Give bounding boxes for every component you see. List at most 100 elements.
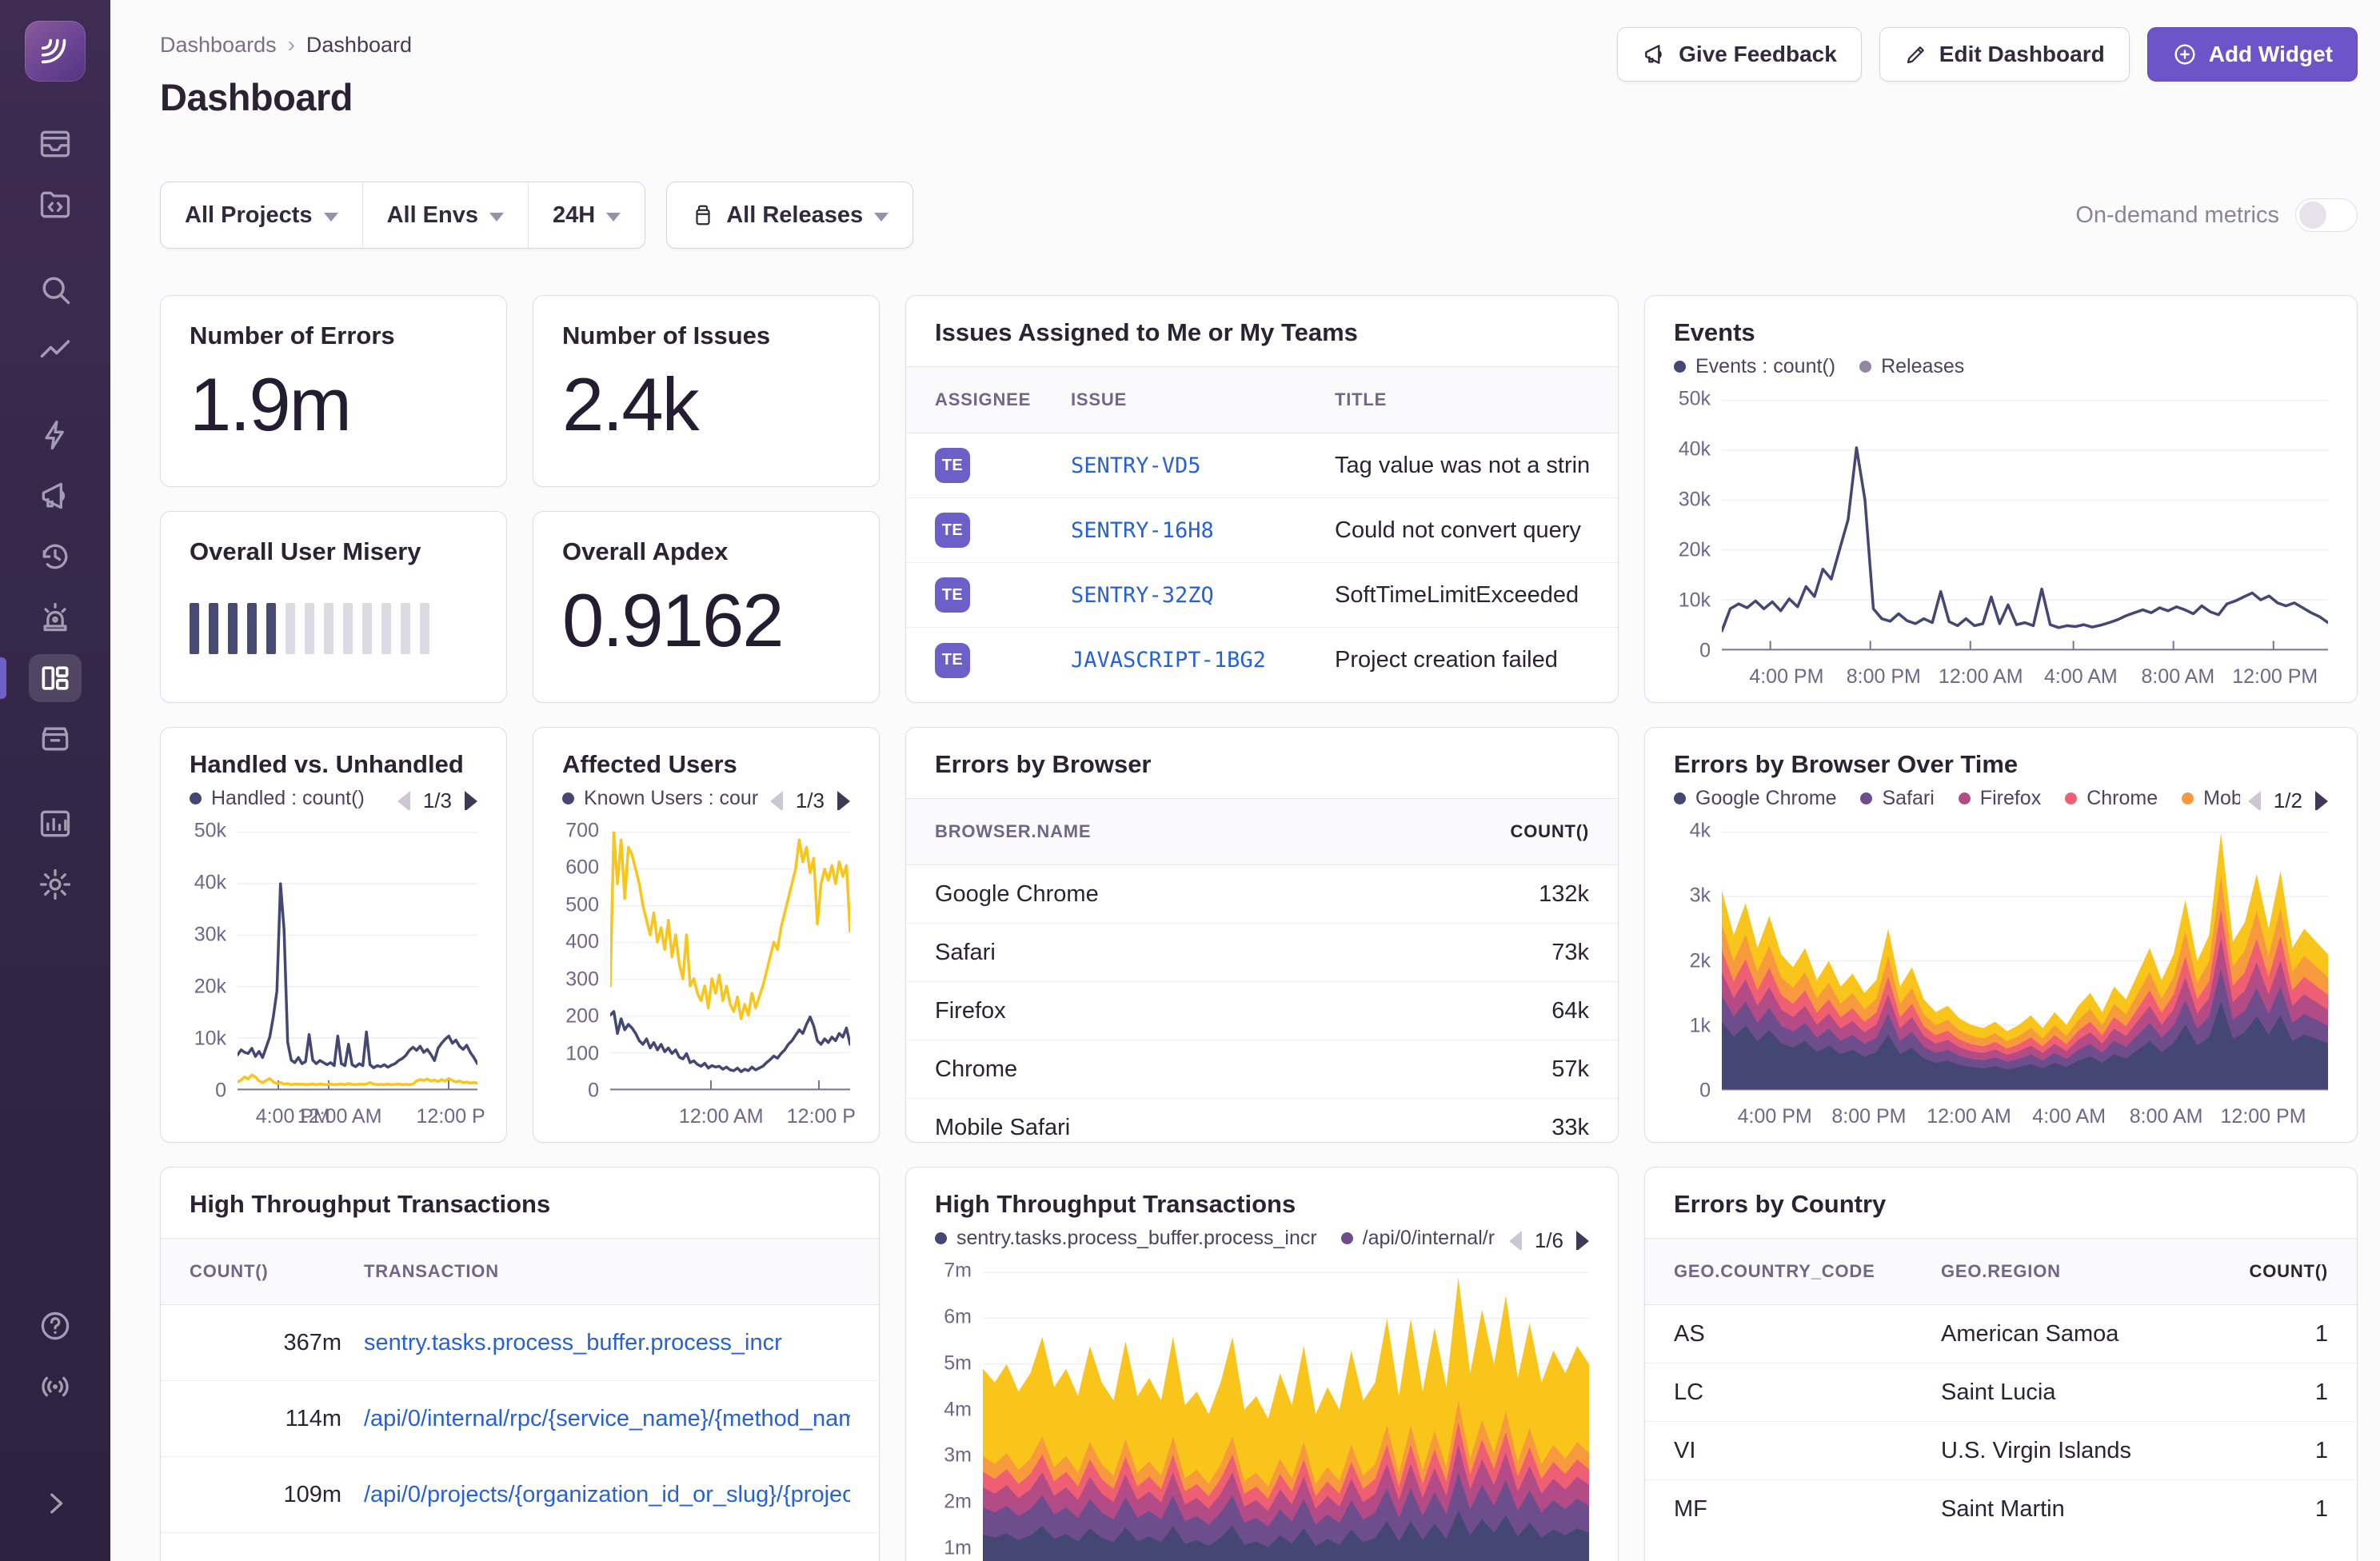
country-row: LCSaint Lucia1 xyxy=(1645,1363,2357,1422)
widget-handled-vs-unhandled[interactable]: Handled vs. Unhandled Handled : count()1… xyxy=(160,727,507,1143)
sidebar-item-projects[interactable] xyxy=(0,174,110,235)
megaphone-icon xyxy=(1642,42,1667,67)
sidebar-item-alerts[interactable] xyxy=(0,587,110,648)
pager-prev-icon[interactable] xyxy=(1509,1231,1522,1251)
legend-item[interactable]: Firefox xyxy=(1959,787,2041,810)
pager-next-icon[interactable] xyxy=(1576,1231,1589,1251)
pager-next-icon[interactable] xyxy=(465,791,477,811)
assignee-avatar[interactable]: TE xyxy=(935,643,970,678)
pager-next-icon[interactable] xyxy=(837,791,850,811)
widget-errors-by-country[interactable]: Errors by Country geo.country_code geo.r… xyxy=(1644,1167,2358,1561)
ondemand-metrics: On-demand metrics xyxy=(2075,198,2358,232)
edit-dashboard-button[interactable]: Edit Dashboard xyxy=(1879,27,2130,82)
transaction-link[interactable]: /api/0/projects/{organization_id_or_slug… xyxy=(341,1482,850,1508)
sidebar-item-replays[interactable] xyxy=(0,526,110,587)
sidebar-item-releases[interactable] xyxy=(0,709,110,769)
transaction-link[interactable]: /api/0/internal/rpc/{service_name}/{meth… xyxy=(341,1406,850,1432)
widget-events-chart[interactable]: Events Events : count()Releases 50k40k30… xyxy=(1644,295,2358,703)
give-feedback-button[interactable]: Give Feedback xyxy=(1617,27,1862,82)
x-axis-labels: 12:00 AM12:00 P xyxy=(628,1096,850,1142)
transaction-row: 76m/{organization_slug}/ xyxy=(161,1533,879,1561)
legend-item[interactable]: sentry.tasks.process_buffer.process_incr xyxy=(935,1227,1317,1250)
pager-prev-icon[interactable] xyxy=(2248,791,2261,811)
browser-stacked-area-chart xyxy=(1722,831,2328,1091)
legend-dot-icon xyxy=(1959,792,1971,804)
breadcrumb-dashboards[interactable]: Dashboards xyxy=(160,33,277,58)
siren-icon xyxy=(38,600,73,635)
issue-link[interactable]: JAVASCRIPT-1BG2 xyxy=(1071,648,1266,673)
legend-item[interactable]: Safari xyxy=(1860,787,1934,810)
issue-link[interactable]: SENTRY-32ZQ xyxy=(1071,583,1214,608)
sidebar-item-dashboards[interactable] xyxy=(0,648,110,709)
assignee-avatar[interactable]: TE xyxy=(935,577,970,613)
sidebar-item-explore[interactable] xyxy=(0,259,110,320)
ondemand-metrics-toggle[interactable] xyxy=(2295,198,2358,232)
envs-filter[interactable]: All Envs xyxy=(362,182,528,248)
legend-item[interactable]: /api/0/internal/r xyxy=(1341,1227,1495,1250)
legend-label: Google Chrome xyxy=(1695,787,1836,810)
pager-next-icon[interactable] xyxy=(2315,791,2328,811)
assignee-avatar[interactable]: TE xyxy=(935,448,970,483)
sentry-logo[interactable] xyxy=(25,21,86,82)
legend-item[interactable]: Chrome xyxy=(2065,787,2158,810)
apdex-value: 0.9162 xyxy=(562,579,850,661)
legend-label: Firefox xyxy=(1980,787,2041,810)
pager-text: 1/6 xyxy=(1535,1228,1563,1250)
legend-pager: 1/6 xyxy=(1501,1228,1589,1250)
sidebar-item-feedback[interactable] xyxy=(0,465,110,526)
legend-item[interactable]: Events : count() xyxy=(1674,355,1835,378)
add-widget-button[interactable]: Add Widget xyxy=(2147,27,2358,82)
legend-item[interactable]: Handled : count() xyxy=(190,787,365,810)
pager-prev-icon[interactable] xyxy=(770,791,783,811)
sidebar-item-help[interactable] xyxy=(0,1296,110,1356)
widget-issues-assigned[interactable]: Issues Assigned to Me or My Teams Assign… xyxy=(905,295,1619,703)
help-circle-icon xyxy=(38,1308,73,1343)
issue-row: TESENTRY-VD5Tag value was not a string xyxy=(906,433,1618,498)
issue-link[interactable]: SENTRY-VD5 xyxy=(1071,453,1201,478)
widget-high-throughput-table[interactable]: High Throughput Transactions count() tra… xyxy=(160,1167,880,1561)
widget-overall-user-misery[interactable]: Overall User Misery xyxy=(160,511,507,703)
widget-affected-users[interactable]: Affected Users Known Users : cour1/3 700… xyxy=(533,727,880,1143)
releases-filter[interactable]: All Releases xyxy=(667,182,912,248)
legend-dot-icon xyxy=(2065,792,2077,804)
widget-errors-by-browser[interactable]: Errors by Browser browser.name count() G… xyxy=(905,727,1619,1143)
country-row: MFSaint Martin1 xyxy=(1645,1480,2357,1539)
widget-high-throughput-chart[interactable]: High Throughput Transactions sentry.task… xyxy=(905,1167,1619,1561)
errors-count-value: 1.9m xyxy=(190,363,477,445)
assignee-avatar[interactable]: TE xyxy=(935,513,970,548)
widget-overall-apdex[interactable]: Overall Apdex 0.9162 xyxy=(533,511,880,703)
legend-dot-icon xyxy=(1674,792,1686,804)
sidebar-item-traces[interactable] xyxy=(0,320,110,381)
widget-number-of-errors[interactable]: Number of Errors 1.9m xyxy=(160,295,507,487)
col-browser-name: browser.name xyxy=(935,821,1429,842)
sidebar-item-whats-new[interactable] xyxy=(0,1356,110,1417)
envs-filter-label: All Envs xyxy=(387,202,478,229)
legend-item[interactable]: Releases xyxy=(1859,355,1964,378)
transaction-row: 114m/api/0/internal/rpc/{service_name}/{… xyxy=(161,1381,879,1457)
transaction-row: 367msentry.tasks.process_buffer.process_… xyxy=(161,1305,879,1381)
release-box-icon xyxy=(691,203,715,227)
plus-circle-icon xyxy=(2172,42,2198,67)
transaction-link[interactable]: /{organization_slug}/ xyxy=(341,1558,850,1561)
sidebar-item-issues[interactable] xyxy=(0,114,110,174)
issue-link[interactable]: SENTRY-16H8 xyxy=(1071,518,1214,543)
chart-legend: Events : count() Releases xyxy=(1645,347,2357,378)
browser-row: Chrome57k xyxy=(906,1040,1618,1099)
legend-item[interactable]: Google Chrome xyxy=(1674,787,1836,810)
widget-number-of-issues[interactable]: Number of Issues 2.4k xyxy=(533,295,880,487)
filter-bar: All Projects All Envs 24H All Releases xyxy=(160,182,2358,249)
projects-filter[interactable]: All Projects xyxy=(161,182,362,248)
sidebar-logo-row xyxy=(0,21,110,82)
widget-errors-by-browser-over-time[interactable]: Errors by Browser Over Time Google Chrom… xyxy=(1644,727,2358,1143)
pager-prev-icon[interactable] xyxy=(397,791,410,811)
issue-row: TESENTRY-32ZQSoftTimeLimitExceeded xyxy=(906,563,1618,628)
sidebar-item-insights[interactable] xyxy=(0,405,110,465)
sidebar-collapse[interactable] xyxy=(0,1473,110,1534)
time-filter[interactable]: 24H xyxy=(528,182,645,248)
releases-filter-label: All Releases xyxy=(726,202,863,229)
transaction-link[interactable]: sentry.tasks.process_buffer.process_incr xyxy=(341,1330,850,1356)
sidebar-item-settings[interactable] xyxy=(0,854,110,915)
legend-item[interactable]: Known Users : cour xyxy=(562,787,758,810)
sidebar-item-stats[interactable] xyxy=(0,793,110,854)
widget-title: Number of Errors xyxy=(190,321,477,350)
